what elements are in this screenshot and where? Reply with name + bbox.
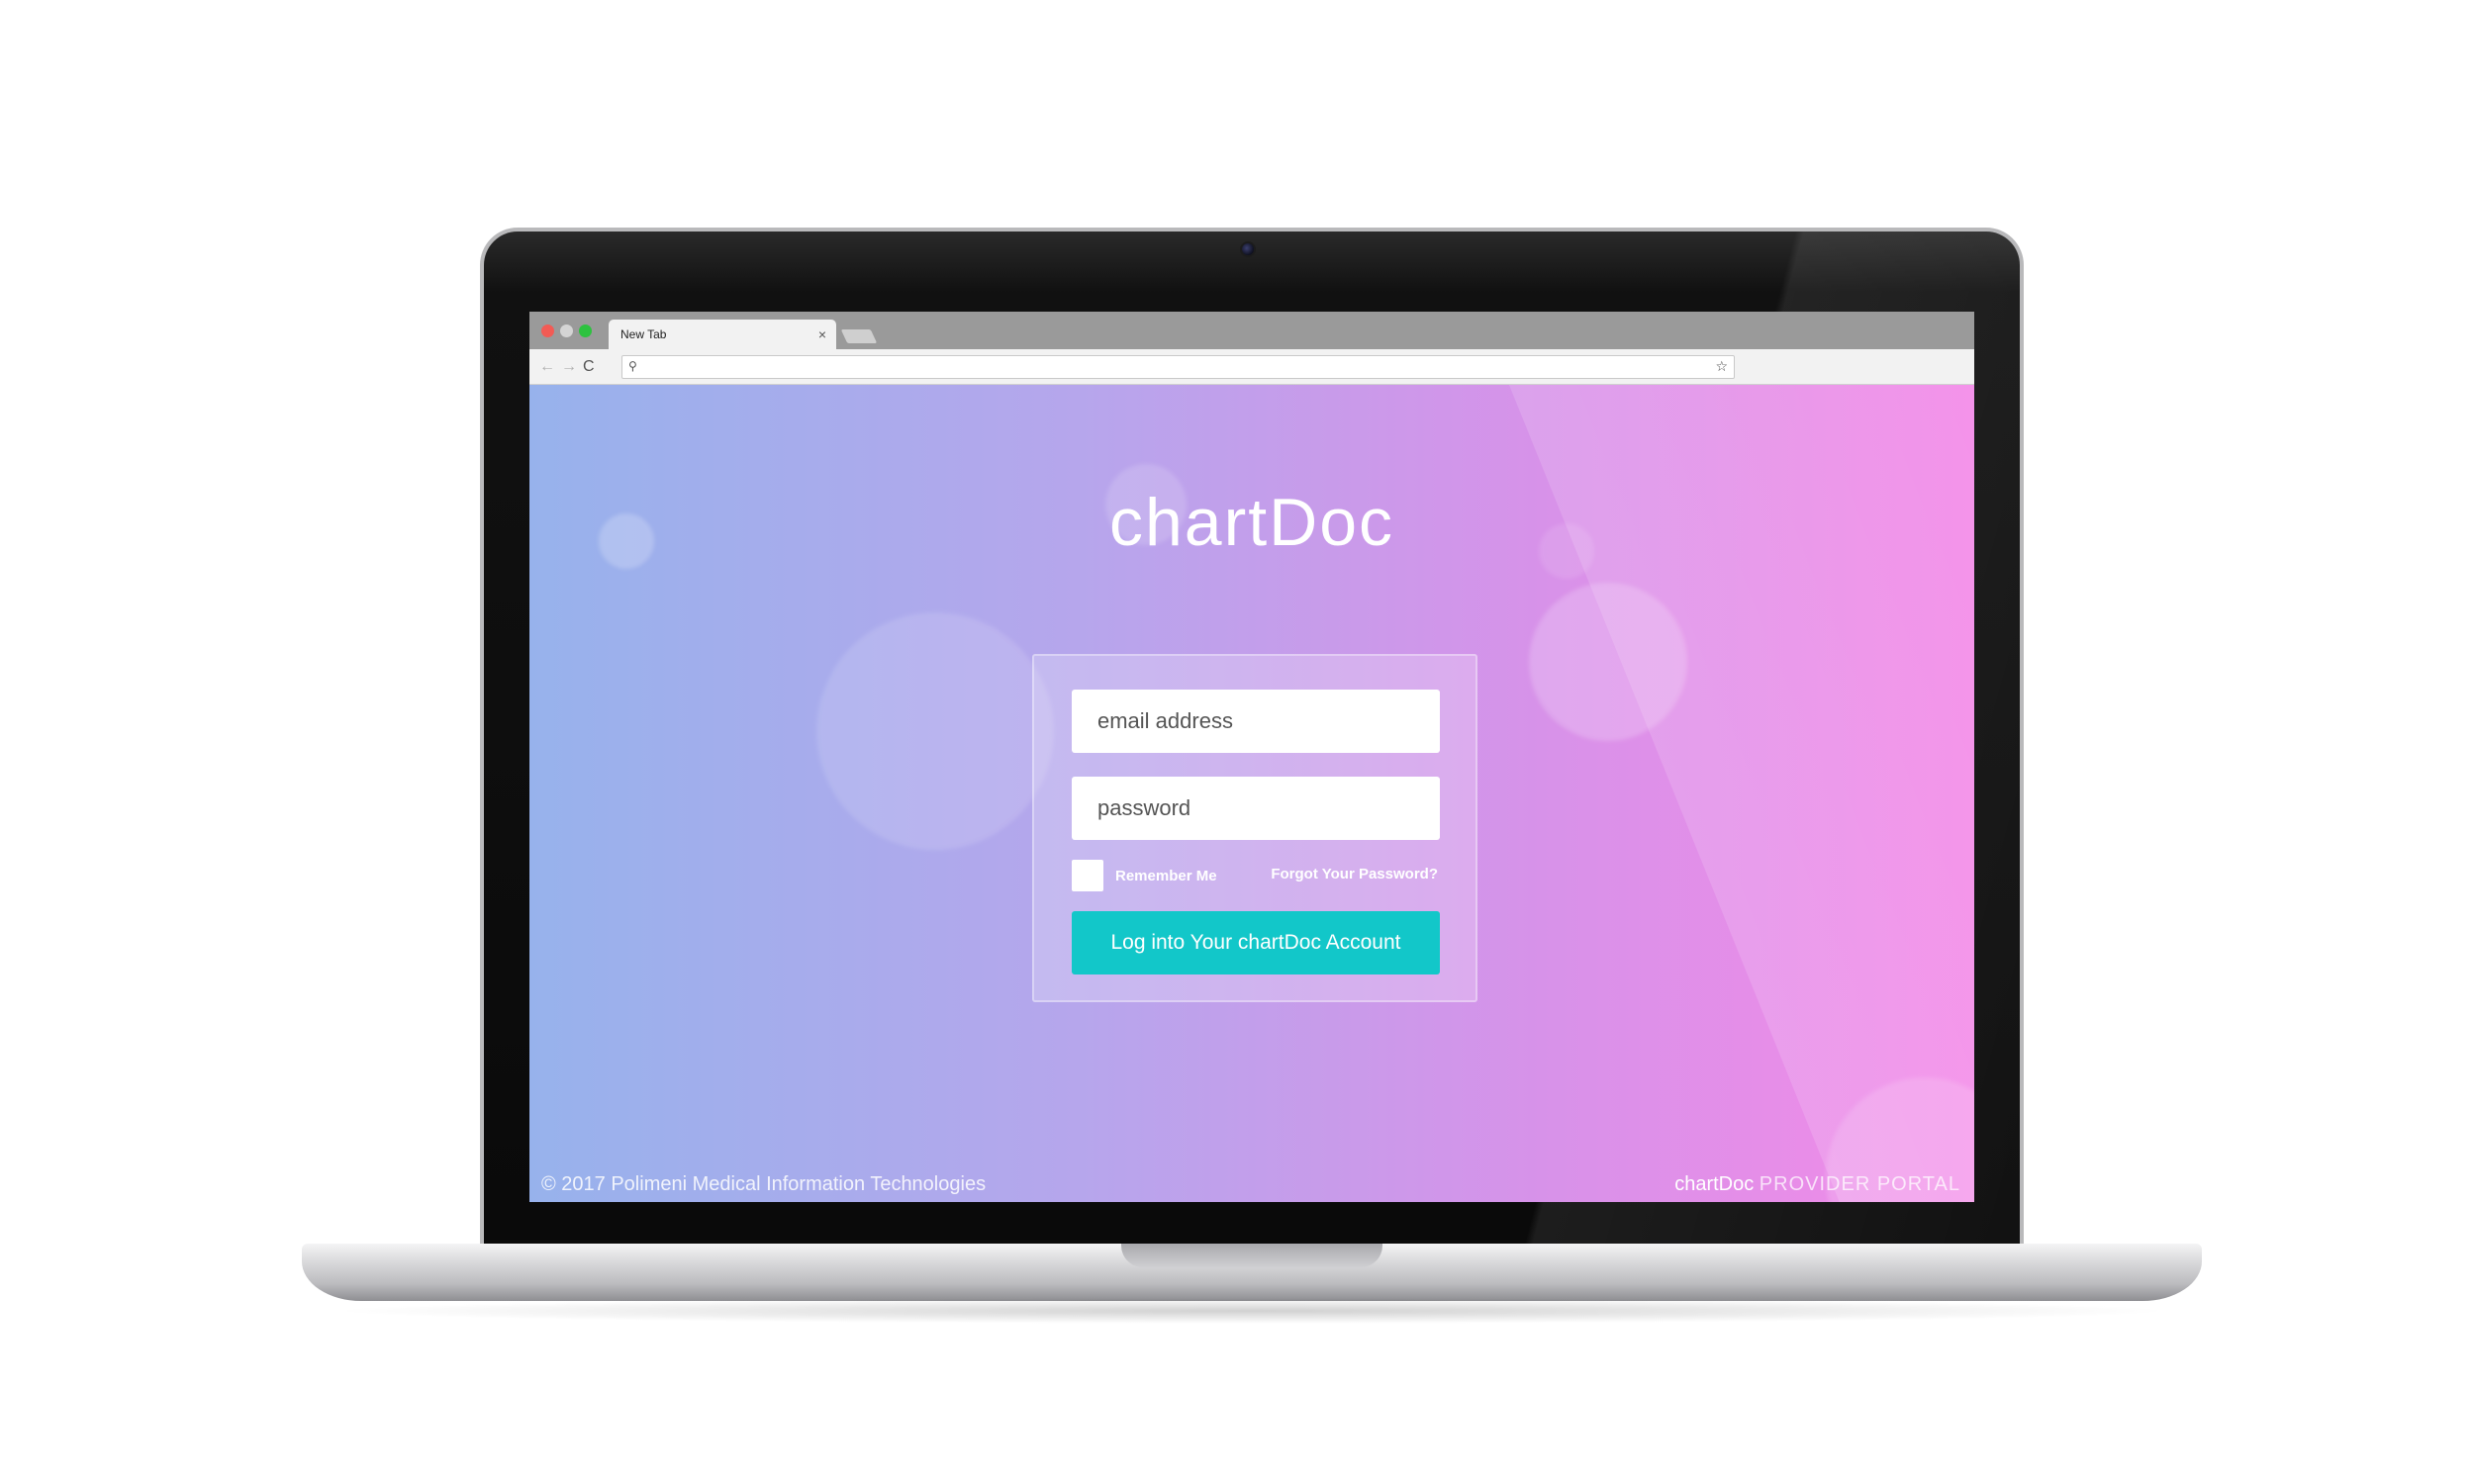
tab-close-icon[interactable]: × [818,320,826,349]
maximize-window-button[interactable] [579,325,592,337]
email-field[interactable] [1072,690,1440,753]
remember-me-checkbox[interactable] [1072,860,1103,891]
webcam [1240,241,1256,257]
bookmark-star-icon[interactable]: ☆ [1715,358,1728,375]
footer-copyright: © 2017 Polimeni Medical Information Tech… [541,1173,987,1195]
tab-title: New Tab [620,327,667,341]
login-button[interactable]: Log into Your chartDoc Account [1072,911,1440,974]
browser-tab[interactable]: New Tab × [609,320,836,349]
forward-arrow-icon[interactable]: → [561,358,577,376]
forgot-password-link[interactable]: Forgot Your Password? [1271,866,1438,882]
footer-brand: chartDoc [1674,1173,1755,1195]
minimize-window-button[interactable] [560,325,573,337]
browser-tab-bar: New Tab × [529,312,1974,349]
brand-logo: chartDoc [1108,485,1395,560]
login-card: Remember Me Forgot Your Password? Log in… [1032,654,1477,1002]
laptop-screen: New Tab × ← → C ⚲ ☆ chartDoc Remember Me… [529,312,1974,1202]
browser-toolbar: ← → C ⚲ ☆ [529,349,1974,385]
login-page: chartDoc Remember Me Forgot Your Passwor… [529,385,1974,1202]
search-icon: ⚲ [628,359,637,373]
close-window-button[interactable] [541,325,554,337]
new-tab-button[interactable] [840,329,878,343]
footer-portal-label: PROVIDER PORTAL [1759,1173,1960,1195]
remember-me-label[interactable]: Remember Me [1115,868,1217,884]
address-bar[interactable]: ⚲ ☆ [621,355,1735,379]
laptop-base-notch [1121,1244,1382,1267]
laptop-shadow [327,1298,2177,1324]
footer-portal-name: chartDoc PROVIDER PORTAL [1674,1173,1960,1196]
back-arrow-icon[interactable]: ← [539,358,555,376]
password-field[interactable] [1072,777,1440,840]
bokeh-light [816,612,1054,850]
reload-icon[interactable]: C [583,358,595,376]
